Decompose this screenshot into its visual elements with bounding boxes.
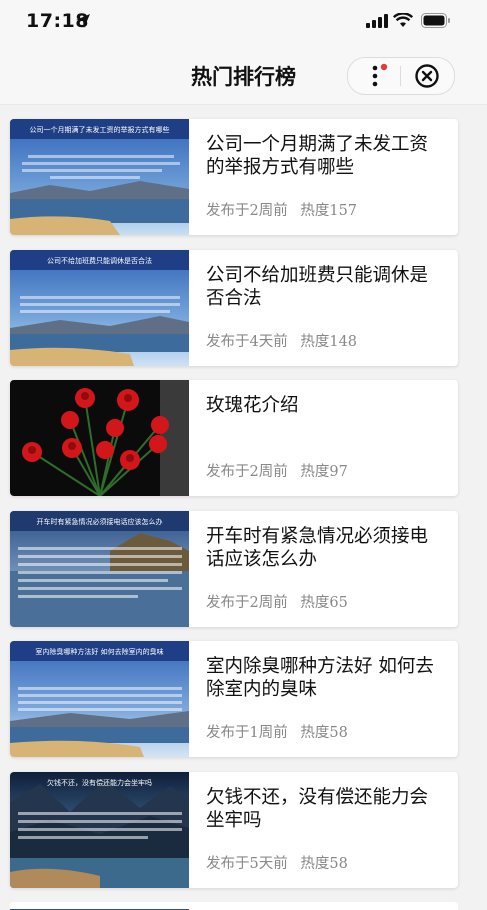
article-meta: 发布于4天前 热度148 [206,330,365,351]
article-heat: 热度65 [300,595,348,611]
article-meta: 发布于5天前 热度58 [206,852,356,873]
article-meta: 发布于1周前 热度58 [206,721,356,742]
article-published-time: 发布于2周前 [206,464,288,480]
article-card[interactable]: 公司一个月期满了未发工资的举报方式有哪些 公司一个月期满了未发工资的举报方式有哪… [10,119,458,235]
battery-icon [421,13,450,28]
article-thumbnail [10,511,189,627]
article-published-time: 发布于5天前 [206,856,288,872]
thumbnail-heading: 开车时有紧急情况必须接电话应该怎么办 [36,518,163,526]
thumbnail-heading: 室内除臭哪种方法好 如何去除室内的臭味 [35,648,164,656]
wifi-icon [393,13,413,27]
close-icon[interactable] [414,63,440,89]
article-card[interactable]: 公司不给加班费只能调休是否合法 公司不给加班费只能调休是否合法 发布于4天前 热… [10,250,458,366]
article-meta: 发布于2周前 热度65 [206,591,356,612]
status-bar: 17:18 [0,0,487,44]
article-title: 开车时有紧急情况必须接电话应该怎么办 [206,526,429,570]
article-heat: 热度97 [300,464,348,480]
article-thumbnail [10,119,189,235]
more-icon[interactable] [362,63,388,89]
thumbnail-heading: 公司一个月期满了未发工资的举报方式有哪些 [29,126,170,134]
article-thumbnail [10,250,189,366]
navigation-bar: 热门排行榜 [0,44,487,105]
article-thumbnail [10,641,189,757]
article-card-partial[interactable] [10,902,458,910]
thumbnail-heading: 公司不给加班费只能调休是否合法 [47,257,152,265]
article-title: 玫瑰花介绍 [206,395,299,416]
article-published-time: 发布于2周前 [206,203,288,219]
article-heat: 热度157 [300,203,358,219]
location-arrow-icon [76,14,90,28]
article-title: 欠钱不还，没有偿还能力会坐牢吗 [206,787,429,831]
article-card[interactable]: 玫瑰花介绍 发布于2周前 热度97 [10,380,458,496]
article-card[interactable]: 开车时有紧急情况必须接电话应该怎么办 开车时有紧急情况必须接电话应该怎么办 发布… [10,511,458,627]
article-published-time: 发布于4天前 [206,334,288,350]
article-heat: 热度58 [300,856,348,872]
article-heat: 热度58 [300,725,348,741]
article-heat: 热度148 [300,334,358,350]
article-thumbnail [10,772,189,888]
signal-icon [366,14,388,28]
article-title: 公司不给加班费只能调休是否合法 [206,265,429,309]
article-meta: 发布于2周前 热度157 [206,199,365,220]
article-published-time: 发布于2周前 [206,595,288,611]
capsule-divider [400,66,401,86]
thumbnail-heading: 欠钱不还，没有偿还能力会坐牢吗 [47,779,152,787]
article-meta: 发布于2周前 热度97 [206,460,356,481]
article-card[interactable]: 室内除臭哪种方法好 如何去除室内的臭味 室内除臭哪种方法好 如何去除室内的臭味 … [10,641,458,757]
article-thumbnail [10,380,189,496]
article-published-time: 发布于1周前 [206,725,288,741]
article-title: 公司一个月期满了未发工资的举报方式有哪些 [206,134,429,178]
article-title: 室内除臭哪种方法好 如何去除室内的臭味 [206,656,434,700]
mini-program-capsule [347,57,455,95]
article-card[interactable]: 欠钱不还，没有偿还能力会坐牢吗 欠钱不还，没有偿还能力会坐牢吗 发布于5天前 热… [10,772,458,888]
